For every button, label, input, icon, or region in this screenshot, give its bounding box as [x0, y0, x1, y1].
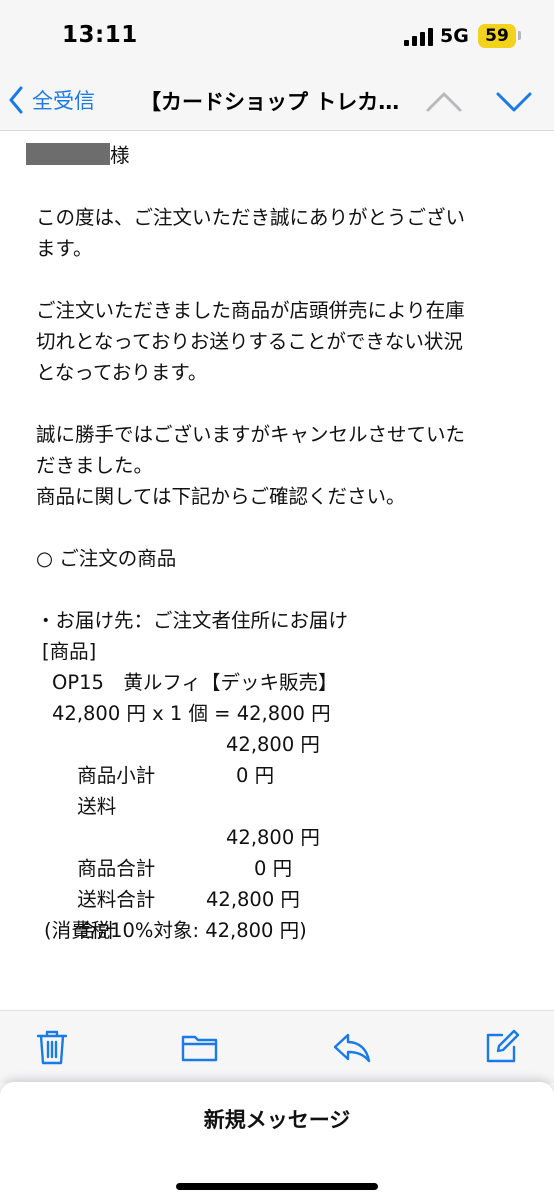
back-button[interactable]: 全受信 — [8, 80, 95, 120]
chevron-left-icon — [9, 86, 23, 114]
intro-line: この度は、ご注文いただき誠にありがとうござい — [36, 206, 466, 229]
grand-total-value: 42,800 円 — [206, 888, 300, 911]
new-message-title: 新規メッセージ — [203, 1108, 351, 1132]
chevron-down-icon[interactable] — [494, 84, 534, 118]
product-label: [商品] — [42, 640, 97, 663]
compose-icon[interactable] — [482, 1027, 522, 1067]
email-subject-title: 【カードショップ トレカ… — [140, 90, 400, 114]
reply-icon[interactable] — [332, 1027, 372, 1067]
new-message-sheet[interactable]: 新規メッセージ — [0, 1082, 554, 1199]
shipping-label: 送料 — [77, 795, 117, 818]
mail-toolbar — [0, 1010, 554, 1083]
paragraph-line: となっております。 — [36, 361, 208, 384]
section-heading: ○ ご注文の商品 — [36, 547, 177, 570]
recipient-line: 様 — [24, 140, 526, 171]
folder-icon[interactable] — [180, 1027, 220, 1067]
delivery-line: ・お届け先：ご注文者住所にお届け — [36, 609, 349, 632]
tax-note: (消費税10%対象: 42,800 円) — [44, 919, 307, 942]
status-time: 13:11 — [62, 22, 138, 48]
shipping-row: 送料 0 円 — [40, 760, 526, 818]
subtotal-value: 42,800 円 — [226, 733, 320, 756]
mail-screen: 13:11 5G 59 全受信 【カードショップ トレカ… 様 この度は、ご注文… — [0, 0, 554, 1199]
battery-icon: 59 — [478, 24, 516, 48]
paragraph-line: 切れとなっておりお送りすることができない状況 — [36, 330, 463, 353]
product-total-row: 商品合計 42,800 円 — [40, 822, 526, 880]
email-body: 様 この度は、ご注文いただき誠にありがとうござい ます。 ご注文いただきました商… — [26, 140, 526, 946]
grand-total-label: 合計 — [77, 919, 117, 942]
redacted-name — [26, 143, 110, 165]
shipping-total-row: 送料合計 0 円 — [40, 853, 526, 911]
nav-bar: 全受信 【カードショップ トレカ… — [0, 72, 554, 131]
paragraph-line: ご注文いただきました商品が店頭併売により在庫 — [36, 299, 465, 322]
shipping-total-value: 0 円 — [254, 857, 293, 880]
recipient-suffix: 様 — [110, 144, 130, 167]
status-bar: 13:11 5G 59 — [0, 0, 554, 72]
trash-icon[interactable] — [32, 1027, 72, 1067]
home-indicator — [176, 1183, 378, 1190]
subtotal-row: 商品小計 42,800 円 — [40, 729, 526, 787]
paragraph-line: 誠に勝手ではございますがキャンセルさせていた — [36, 423, 466, 446]
product-price-line: 42,800 円 x 1 個 = 42,800 円 — [52, 702, 331, 725]
shipping-value: 0 円 — [236, 764, 275, 787]
intro-line: ます。 — [36, 237, 93, 260]
paragraph-line: 商品に関しては下記からご確認ください。 — [36, 485, 406, 508]
chevron-up-icon[interactable] — [424, 84, 464, 118]
back-label: 全受信 — [32, 89, 95, 113]
signal-icon — [404, 28, 434, 46]
battery-nub — [518, 31, 521, 40]
paragraph-line: だきました。 — [36, 454, 154, 477]
product-total-value: 42,800 円 — [226, 826, 320, 849]
network-label: 5G — [440, 25, 469, 47]
grand-total-row: 合計 42,800 円 — [40, 884, 526, 942]
product-name: OP15 黄ルフィ【デッキ販売】 — [52, 671, 338, 694]
